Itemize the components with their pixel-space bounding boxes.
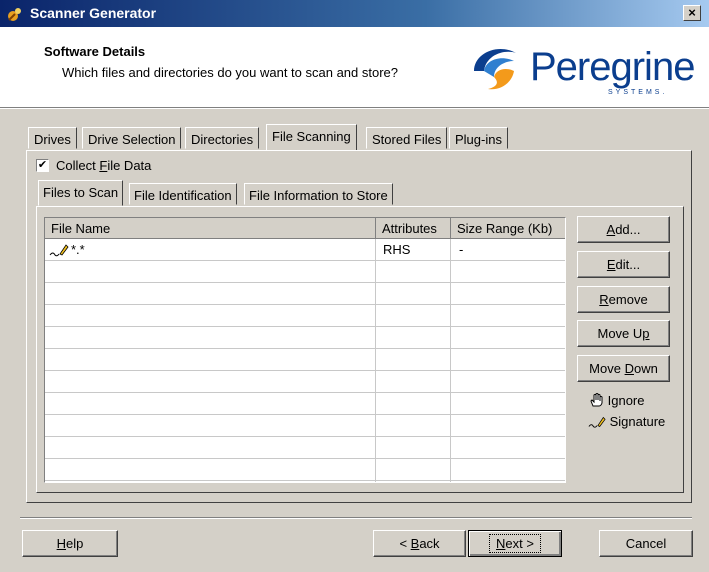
header-separator <box>0 108 709 109</box>
column-header-attributes[interactable]: Attributes <box>376 218 451 239</box>
back-button[interactable]: < Back <box>373 530 466 557</box>
edit-button[interactable]: Edit... <box>577 251 670 278</box>
tab-files-to-scan[interactable]: Files to Scan <box>38 180 124 206</box>
legend-signature: Signature <box>588 414 665 429</box>
help-button[interactable]: Help <box>22 530 118 557</box>
title-bar: Scanner Generator × <box>0 0 709 27</box>
table-row[interactable] <box>45 349 565 371</box>
move-down-button[interactable]: Move Down <box>577 355 670 382</box>
window-title: Scanner Generator <box>30 5 157 21</box>
logo-systems: SYSTEMS. <box>608 89 668 96</box>
table-row[interactable] <box>45 437 565 459</box>
attributes-cell: RHS <box>383 242 411 257</box>
add-accel: A <box>606 222 616 237</box>
collect-label-post: ile Data <box>107 158 152 173</box>
legend-ignore: Ignore <box>588 392 645 408</box>
tab-file-information-to-store[interactable]: File Information to Store <box>244 183 393 205</box>
table-row[interactable] <box>45 393 565 415</box>
edit-label: dit... <box>615 257 641 272</box>
peregrine-swirl-icon <box>474 49 516 90</box>
move-down-label-pre: Move <box>589 361 625 376</box>
tab-plug-ins[interactable]: Plug-ins <box>449 127 508 149</box>
move-down-accel: D <box>624 361 634 376</box>
collect-label-pre: Collect <box>56 158 100 173</box>
table-row[interactable] <box>45 415 565 437</box>
files-table[interactable]: File Name Attributes Size Range (Kb) *.*… <box>44 217 566 483</box>
table-row[interactable]: *.* RHS - <box>45 239 565 261</box>
footer-divider <box>20 517 692 519</box>
next-focus-rect: Next > <box>489 534 541 553</box>
cancel-button[interactable]: Cancel <box>599 530 693 557</box>
table-row[interactable] <box>45 261 565 283</box>
table-row[interactable] <box>45 327 565 349</box>
file-name-cell: *.* <box>71 242 85 257</box>
legend-ignore-label: Ignore <box>607 393 645 408</box>
table-row[interactable] <box>45 371 565 393</box>
peregrine-logo: Peregrine SYSTEMS. <box>468 41 700 97</box>
remove-accel: R <box>599 292 609 307</box>
signature-icon <box>588 416 606 428</box>
next-accel: N <box>496 536 506 551</box>
edit-accel: E <box>606 257 616 272</box>
next-label: ext > <box>505 536 534 551</box>
next-button[interactable]: Next > <box>468 530 562 557</box>
tab-stored-files[interactable]: Stored Files <box>366 127 448 149</box>
table-row[interactable] <box>45 305 565 327</box>
page-subtitle: Which files and directories do you want … <box>62 65 399 80</box>
table-row[interactable] <box>45 459 565 481</box>
tab-drives[interactable]: Drives <box>28 127 77 149</box>
column-header-size-range[interactable]: Size Range (Kb) <box>451 218 565 239</box>
close-button[interactable]: × <box>683 5 701 21</box>
help-label: elp <box>66 536 84 551</box>
table-row[interactable] <box>45 283 565 305</box>
add-button[interactable]: Add... <box>577 216 670 243</box>
remove-label: emove <box>608 292 648 307</box>
tab-file-scanning[interactable]: File Scanning <box>266 124 357 150</box>
back-label: ack <box>419 536 440 551</box>
back-arrow: < <box>399 536 411 551</box>
wizard-header: Software Details Which files and directo… <box>0 27 709 108</box>
scanner-app-icon <box>8 8 21 21</box>
remove-button[interactable]: Remove <box>577 286 670 313</box>
legend-signature-label: Signature <box>609 414 666 429</box>
hand-icon <box>590 393 603 407</box>
tab-file-identification[interactable]: File Identification <box>129 183 237 205</box>
collect-file-data-checkbox[interactable]: ✔ <box>36 159 49 172</box>
tab-directories[interactable]: Directories <box>185 127 260 149</box>
column-header-file-name[interactable]: File Name <box>45 218 376 239</box>
size-range-cell: - <box>459 242 464 257</box>
move-up-label: Move U <box>597 326 643 341</box>
move-up-button[interactable]: Move Up <box>577 320 670 347</box>
tab-drive-selection[interactable]: Drive Selection <box>82 127 182 149</box>
signature-icon <box>49 244 69 257</box>
collect-file-data-label[interactable]: Collect File Data <box>56 158 151 173</box>
page-title: Software Details <box>44 44 146 59</box>
logo-wordmark: Peregrine <box>530 45 695 89</box>
move-down-label-post: own <box>633 361 658 376</box>
move-up-accel: p <box>642 326 650 341</box>
add-label: dd... <box>615 222 641 237</box>
help-accel: H <box>56 536 67 551</box>
